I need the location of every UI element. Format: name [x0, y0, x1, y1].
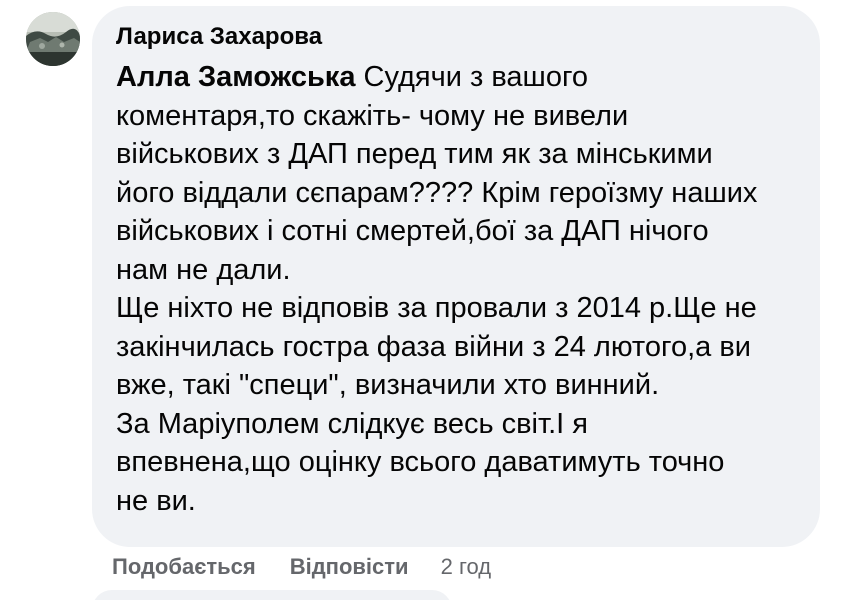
mention-link[interactable]: Алла Заможська — [116, 61, 355, 93]
comment-line: закінчилась гостра фаза війни з 24 лютог… — [116, 330, 751, 363]
comment-line: За Маріуполем слідкує весь світ.І я — [116, 407, 588, 440]
comment-line: не ви. — [116, 484, 196, 517]
comment-thread: Лариса Захарова Алла Заможська Судячи з … — [0, 0, 856, 600]
like-button[interactable]: Подобається — [112, 554, 256, 580]
comment-line: військових і сотні смертей,бої за ДАП ні… — [116, 215, 709, 247]
comment-line: вже, такі "специ", визначили хто винний. — [116, 369, 660, 401]
comment-line-text: Судячи з вашого — [363, 61, 589, 93]
comment-bubble: Лариса Захарова Алла Заможська Судячи з … — [92, 6, 820, 547]
next-comment-bubble-partial — [92, 590, 452, 600]
comment-author[interactable]: Лариса Захарова — [116, 20, 800, 54]
comment-line: Ще ніхто не відповів за провали з 2014 р… — [116, 292, 757, 324]
comment-actions: Подобається Відповісти 2 год — [112, 551, 491, 583]
comment-line: військових з ДАП перед тим як за мінськи… — [116, 138, 713, 170]
comment-timestamp[interactable]: 2 год — [441, 554, 491, 580]
comment-line: його віддали сєпарам???? Крім героїзму н… — [116, 176, 758, 209]
comment-line: нам не дали. — [116, 253, 291, 286]
avatar-photo-icon — [26, 12, 80, 66]
comment-line: впевнена,що оцінку всього даватимуть точ… — [116, 446, 725, 478]
comment-body: Алла Заможська Судячи з вашого коментаря… — [116, 58, 800, 520]
reply-button[interactable]: Відповісти — [290, 554, 409, 580]
comment-line: Алла Заможська Судячи з вашого — [116, 58, 800, 97]
avatar[interactable] — [26, 12, 80, 66]
comment-line: коментаря,то скажіть- чому не вивели — [116, 99, 629, 132]
